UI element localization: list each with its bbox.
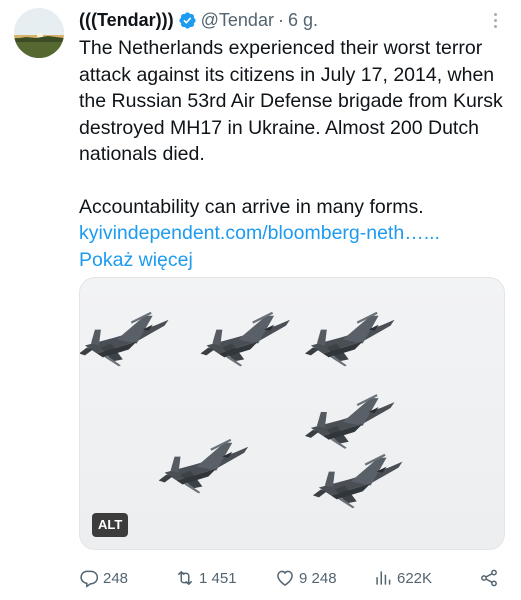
alt-text-badge[interactable]: ALT xyxy=(92,513,129,537)
tweet-timestamp[interactable]: 6 g. xyxy=(288,10,318,31)
author-display-name[interactable]: (((Tendar))) xyxy=(79,10,174,31)
tweet-paragraph-2: Accountability can arrive in many forms. xyxy=(79,195,424,218)
like-count: 9 248 xyxy=(299,569,337,587)
analytics-icon xyxy=(373,568,393,588)
article-link[interactable]: kyivindependent.com/bloomberg-neth…... xyxy=(79,220,509,247)
repost-count: 1 451 xyxy=(199,569,237,587)
like-button[interactable]: 9 248 xyxy=(275,568,337,588)
tweet-media-image[interactable]: ALT xyxy=(79,277,505,550)
avatar[interactable] xyxy=(14,8,64,58)
verified-badge-icon[interactable] xyxy=(178,11,197,30)
tweet[interactable]: (((Tendar))) @Tendar · 6 g. The Netherla… xyxy=(0,0,521,600)
tweet-actions-bar: 248 1 451 9 248 622K xyxy=(79,566,499,590)
tweet-paragraph-1: The Netherlands experienced their worst … xyxy=(79,37,503,165)
tweet-text: The Netherlands experienced their worst … xyxy=(79,35,509,273)
fighter-jets-formation-image xyxy=(80,311,403,509)
reply-button[interactable]: 248 xyxy=(79,568,128,588)
views-count: 622K xyxy=(397,569,433,587)
tweet-header: (((Tendar))) @Tendar · 6 g. xyxy=(79,8,318,32)
repost-icon xyxy=(175,568,195,588)
more-options-icon[interactable] xyxy=(485,8,505,32)
share-icon xyxy=(479,568,499,588)
heart-icon xyxy=(275,568,295,588)
share-button[interactable] xyxy=(479,568,499,588)
show-more-link[interactable]: Pokaż więcej xyxy=(79,247,509,274)
reply-icon xyxy=(79,568,99,588)
header-separator: · xyxy=(277,9,284,30)
author-handle[interactable]: @Tendar xyxy=(201,10,274,31)
repost-button[interactable]: 1 451 xyxy=(175,568,237,588)
reply-count: 248 xyxy=(103,569,129,587)
sunset-field-avatar-image xyxy=(14,8,64,58)
views-button[interactable]: 622K xyxy=(373,568,432,588)
